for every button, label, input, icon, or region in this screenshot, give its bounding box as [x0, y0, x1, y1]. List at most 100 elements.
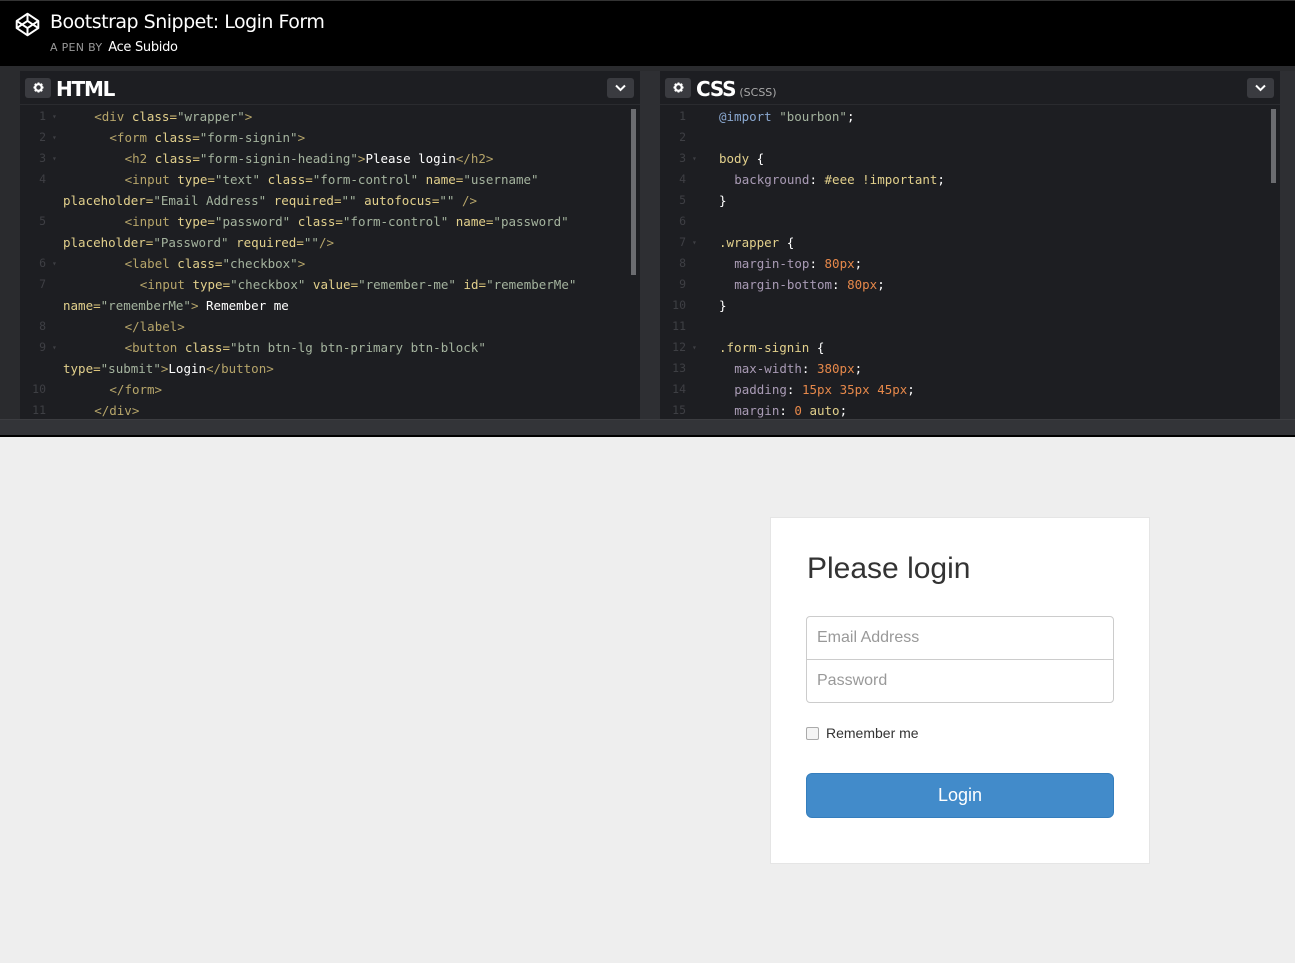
code-line[interactable]: placeholder="Email Address" required="" … [20, 190, 640, 211]
code-token: class [154, 151, 193, 166]
codepen-logo-icon[interactable] [14, 11, 41, 38]
remember-me-checkbox[interactable] [806, 726, 819, 740]
code-line[interactable]: 5} [660, 190, 1280, 211]
fold-arrow-icon[interactable]: ▾ [692, 232, 697, 253]
code-line[interactable]: 15 margin: 0 auto; [660, 400, 1280, 419]
code-token: placeholder [63, 193, 146, 208]
editor-resize-handle[interactable] [640, 71, 660, 419]
code-line[interactable]: 10} [660, 295, 1280, 316]
code-line[interactable]: 8 margin-top: 80px; [660, 253, 1280, 274]
code-line[interactable]: 1 @import "bourbon"; [660, 106, 1280, 127]
code-token: = [207, 172, 215, 187]
html-code-editor[interactable]: 1 ▾ <div class="wrapper"> 2 ▾ <form class="fo… [20, 106, 640, 419]
css-collapse-button[interactable] [1247, 78, 1274, 98]
code-text: margin-bottom: 80px; [734, 274, 885, 295]
code-token: Login [168, 361, 207, 376]
line-number: 7 [39, 277, 46, 291]
line-number: 4 [39, 172, 46, 186]
code-token: "rememberMe" [486, 277, 577, 292]
code-line[interactable]: 9 ▾ <button class="btn btn-lg btn-primary … [20, 337, 640, 358]
code-token: "" [303, 235, 319, 250]
code-line[interactable]: placeholder="Password" required=""/> [20, 232, 640, 253]
code-line[interactable]: 4 <input type="text" class="form-control"… [20, 169, 640, 190]
code-token: "checkbox" [222, 256, 298, 271]
code-line[interactable]: 9 margin-bottom: 80px; [660, 274, 1280, 295]
html-collapse-button[interactable] [607, 78, 634, 98]
css-code-editor[interactable]: 1 @import "bourbon"; 2 3 ▾ body {4 background:… [660, 106, 1280, 419]
left-resize-strip[interactable] [0, 71, 20, 419]
code-token: required [236, 235, 297, 250]
code-line[interactable]: type="submit">Login</button> [20, 358, 640, 379]
editor-resize-bar[interactable] [0, 419, 1295, 435]
code-token: value [312, 277, 351, 292]
line-number: 9 [39, 340, 46, 354]
code-line[interactable]: 8 </label> [20, 316, 640, 337]
code-text: <div class="wrapper"> [94, 106, 252, 127]
code-token: name [455, 214, 486, 229]
code-line[interactable]: 1 ▾ <div class="wrapper"> [20, 106, 640, 127]
pen-header: Bootstrap Snippet: Login Form A PEN BY A… [0, 0, 1295, 66]
code-line[interactable]: 4 background: #eee !important; [660, 169, 1280, 190]
line-number: 2 [679, 130, 686, 144]
code-line[interactable]: 6 [660, 211, 1280, 232]
fold-arrow-icon[interactable]: ▾ [52, 337, 57, 358]
code-line[interactable]: 2 [660, 127, 1280, 148]
remember-me-label[interactable]: Remember me [826, 725, 919, 741]
email-input[interactable] [806, 616, 1114, 660]
code-line[interactable]: 12 ▾ .form-signin { [660, 337, 1280, 358]
code-line[interactable]: 11 [660, 316, 1280, 337]
right-resize-strip[interactable] [1280, 71, 1295, 419]
code-token: required [273, 193, 334, 208]
code-line[interactable]: 5 <input type="password" class="form-cont… [20, 211, 640, 232]
line-number: 8 [679, 256, 686, 270]
code-line[interactable]: 2 ▾ <form class="form-signin"> [20, 127, 640, 148]
code-token: = [333, 193, 342, 208]
line-number: 5 [39, 214, 46, 228]
html-settings-button[interactable] [25, 78, 51, 98]
code-line[interactable]: 3 ▾ body { [660, 148, 1280, 169]
code-token: = [296, 235, 304, 250]
code-token: = [93, 361, 101, 376]
code-line[interactable]: 7 <input type="checkbox" value="remember-… [20, 274, 640, 295]
code-token: 15px 35px 45px [801, 382, 908, 397]
form-heading: Please login [807, 552, 971, 585]
remember-me-row[interactable]: Remember me [806, 724, 919, 742]
code-token: class [184, 340, 223, 355]
code-line[interactable]: 7 ▾ .wrapper { [660, 232, 1280, 253]
code-token: "submit" [100, 361, 161, 376]
line-number: 1 [39, 109, 46, 123]
html-editor-panel: HTML 1 ▾ <div class="wrapper"> 2 ▾ <form clas… [20, 71, 640, 419]
code-token: { [786, 235, 795, 250]
fold-arrow-icon[interactable]: ▾ [52, 148, 57, 169]
code-token: "form-control" [342, 214, 449, 229]
css-editor-scrollbar[interactable] [1271, 109, 1276, 183]
line-number: 12 [672, 340, 686, 354]
code-text: <label class="checkbox"> [125, 253, 306, 274]
code-line[interactable]: 6 ▾ <label class="checkbox"> [20, 253, 640, 274]
code-line[interactable]: 10 </form> [20, 379, 640, 400]
html-editor-scrollbar[interactable] [631, 109, 636, 275]
code-token: "Password" [153, 235, 229, 250]
author-link[interactable]: Ace Subido [108, 40, 178, 55]
code-text: placeholder="Password" required=""/> [63, 232, 334, 253]
fold-arrow-icon[interactable]: ▾ [52, 127, 57, 148]
css-settings-button[interactable] [665, 78, 691, 98]
code-token: <label [124, 256, 178, 271]
code-token: class [297, 214, 336, 229]
fold-arrow-icon[interactable]: ▾ [692, 148, 697, 169]
code-text: <h2 class="form-signin-heading">Please l… [125, 148, 494, 169]
code-line[interactable]: 14 padding: 15px 35px 45px; [660, 379, 1280, 400]
fold-arrow-icon[interactable]: ▾ [692, 337, 697, 358]
code-token: { [756, 151, 765, 166]
fold-arrow-icon[interactable]: ▾ [52, 253, 57, 274]
login-button[interactable]: Login [806, 773, 1114, 818]
code-line[interactable]: name="rememberMe"> Remember me [20, 295, 640, 316]
pen-byline: A PEN BY Ace Subido [50, 40, 178, 55]
code-line[interactable]: 11 </div> [20, 400, 640, 419]
code-line[interactable]: 3 ▾ <h2 class="form-signin-heading">Please… [20, 148, 640, 169]
code-line[interactable]: 13 max-width: 380px; [660, 358, 1280, 379]
password-input[interactable] [806, 659, 1114, 703]
code-token: > [190, 298, 207, 313]
code-token: : [809, 256, 825, 271]
fold-arrow-icon[interactable]: ▾ [52, 106, 57, 127]
